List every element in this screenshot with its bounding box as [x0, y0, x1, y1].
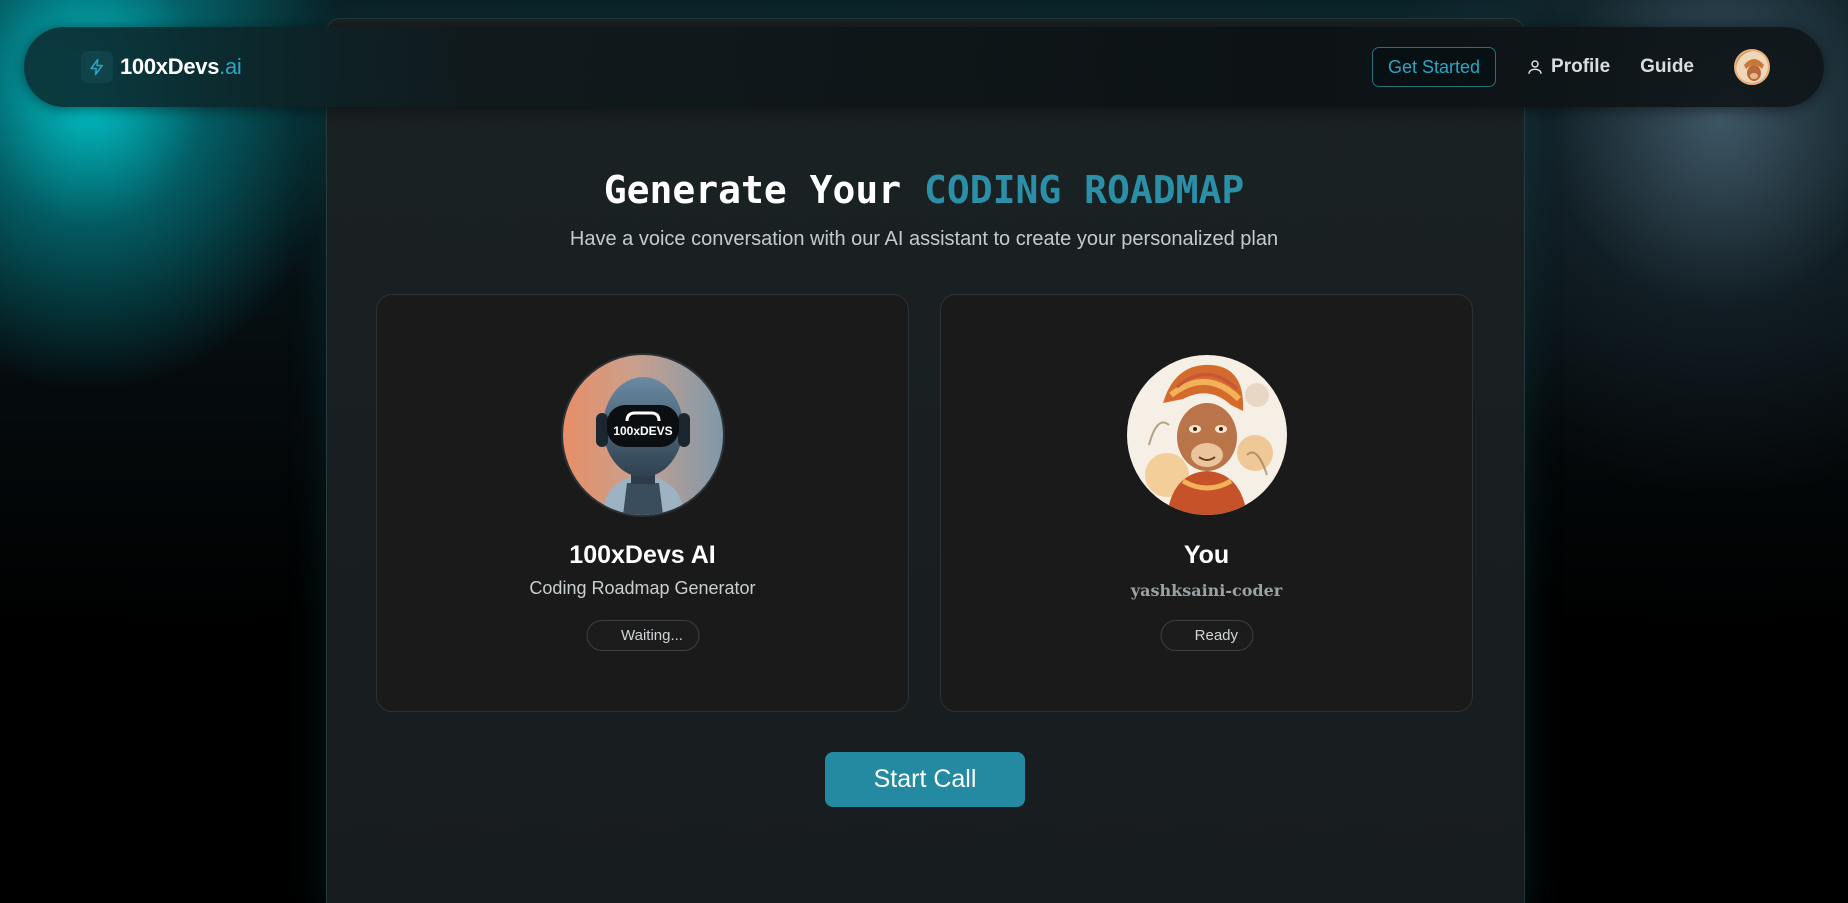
ai-status-badge: Waiting...: [586, 620, 699, 651]
brand-logo[interactable]: 100xDevs.ai: [81, 51, 242, 83]
user-status-badge: Ready: [1160, 620, 1253, 651]
top-navbar: 100xDevs.ai Get Started Profile Guide: [24, 27, 1824, 107]
ai-assistant-card: 100xDEVS 100xDevs AI Coding Roadmap Gene…: [376, 294, 909, 712]
page-title: Generate Your CODING ROADMAP: [603, 168, 1245, 212]
svg-text:100xDEVS: 100xDEVS: [613, 424, 672, 438]
start-call-button[interactable]: Start Call: [825, 752, 1025, 807]
guide-link[interactable]: Guide: [1640, 56, 1694, 78]
status-dot-icon: [1173, 631, 1181, 640]
profile-label: Profile: [1551, 56, 1611, 77]
user-avatar[interactable]: [1734, 49, 1770, 85]
profile-link[interactable]: Profile: [1526, 56, 1610, 78]
user-profile-avatar: [1126, 355, 1287, 515]
status-dot-icon: [599, 631, 607, 640]
ai-role: Coding Roadmap Generator: [529, 578, 756, 598]
nav-actions: Get Started Profile Guide: [1371, 47, 1770, 87]
user-name: You: [1183, 541, 1230, 569]
ai-name: 100xDevs AI: [569, 541, 716, 569]
user-card: You yashksaini-coder Ready: [940, 294, 1473, 712]
user-username: yashksaini-coder: [1130, 581, 1283, 600]
get-started-button[interactable]: Get Started: [1371, 47, 1497, 87]
bolt-icon: [81, 51, 113, 83]
ai-robot-avatar: 100xDEVS: [562, 355, 723, 515]
user-icon: [1528, 60, 1542, 74]
page-subtitle: Have a voice conversation with our AI as…: [569, 228, 1279, 250]
brand-name: 100xDevs.ai: [120, 54, 242, 79]
